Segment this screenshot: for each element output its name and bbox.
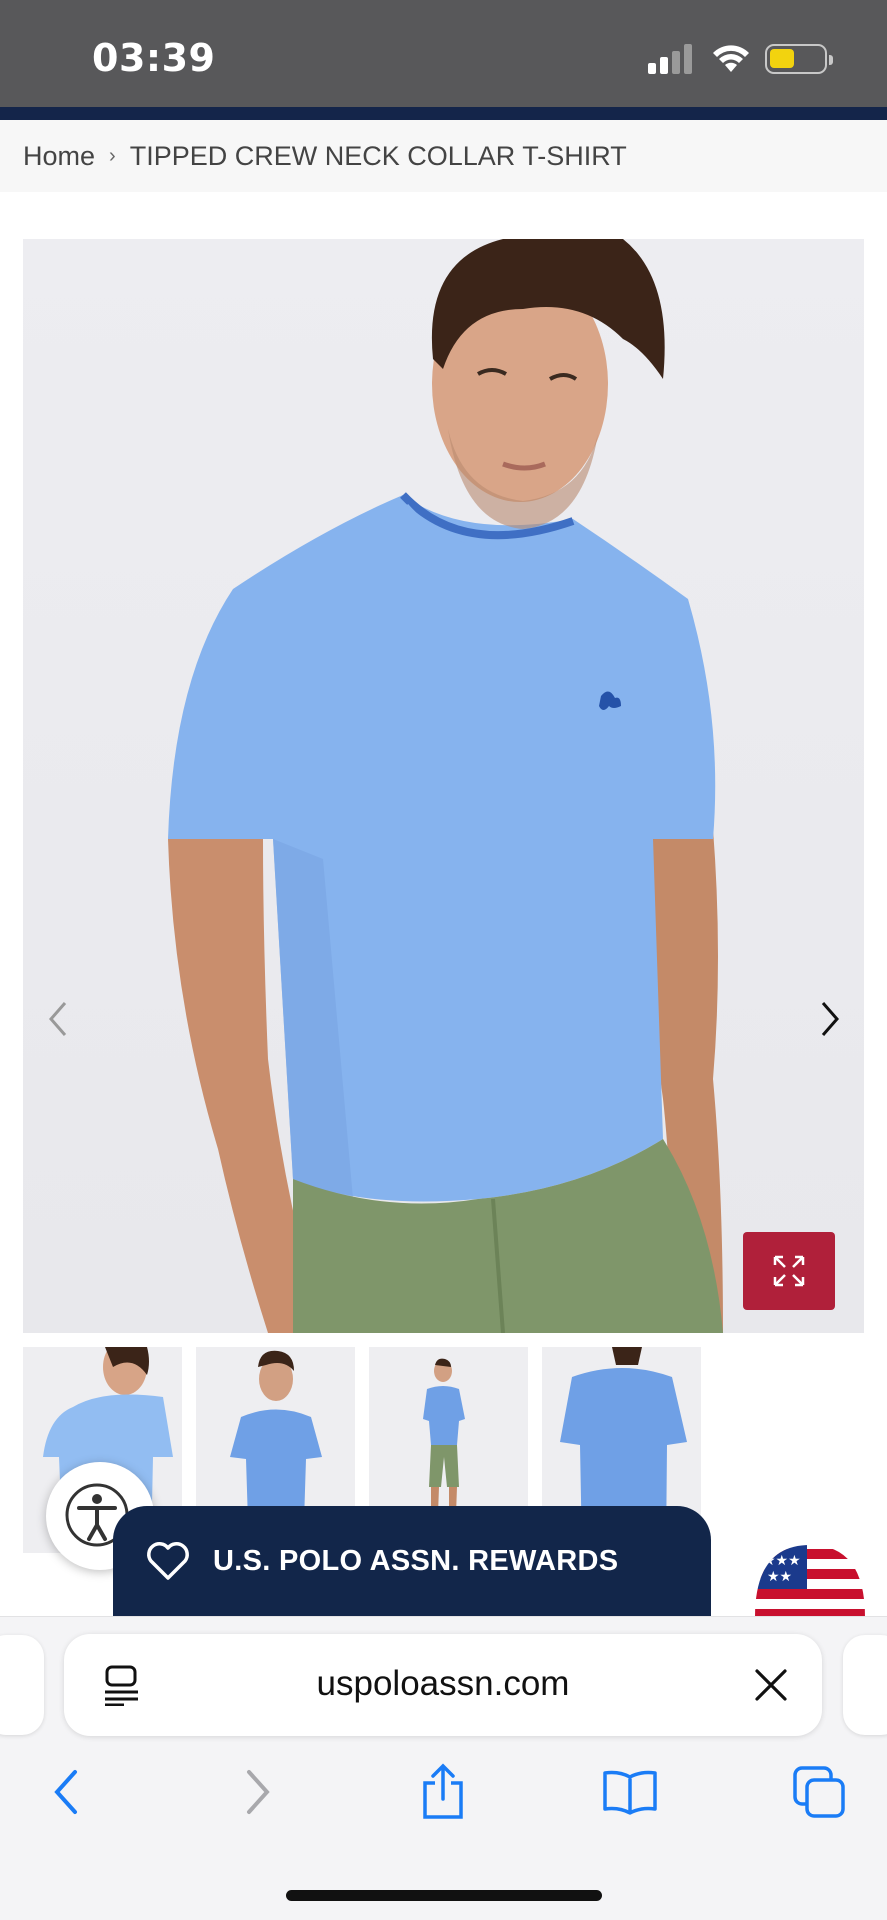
share-icon: [423, 1763, 463, 1819]
share-button[interactable]: [413, 1762, 473, 1822]
address-bar[interactable]: uspoloassn.com: [64, 1634, 822, 1736]
breadcrumb-home-link[interactable]: Home: [23, 141, 95, 172]
tabs-icon: [793, 1766, 845, 1818]
prev-image-arrow[interactable]: [45, 999, 71, 1039]
expand-icon: [773, 1255, 805, 1287]
wifi-icon: [713, 45, 749, 72]
cellular-signal-icon: [648, 44, 692, 74]
status-bar: 03:39: [0, 0, 887, 107]
rewards-label: U.S. POLO ASSN. REWARDS: [213, 1544, 619, 1577]
battery-icon: [765, 44, 833, 74]
previous-tab-pill[interactable]: [0, 1635, 44, 1735]
expand-image-button[interactable]: [743, 1232, 835, 1310]
next-tab-pill[interactable]: [843, 1635, 887, 1735]
home-indicator[interactable]: [286, 1890, 602, 1901]
flag-icon[interactable]: ★★★ ★★: [755, 1545, 865, 1617]
svg-text:★★: ★★: [767, 1569, 792, 1585]
back-button[interactable]: [36, 1762, 96, 1822]
status-time: 03:39: [92, 36, 216, 80]
header-strip: [0, 107, 887, 120]
forward-button[interactable]: [228, 1762, 288, 1822]
breadcrumb-current: TIPPED CREW NECK COLLAR T-SHIRT: [129, 140, 627, 171]
url-text: uspoloassn.com: [316, 1664, 570, 1703]
svg-text:★★★: ★★★: [763, 1553, 801, 1569]
breadcrumb-separator: ›: [109, 144, 116, 167]
bookmarks-icon: [603, 1770, 657, 1815]
product-main-image[interactable]: [23, 239, 864, 1333]
forward-icon: [247, 1770, 270, 1814]
next-image-arrow[interactable]: [817, 999, 843, 1039]
breadcrumb: Home › TIPPED CREW NECK COLLAR T-SHIRT: [0, 120, 887, 192]
back-icon: [54, 1770, 77, 1814]
close-icon[interactable]: [754, 1668, 788, 1702]
model-photo: [168, 239, 723, 1333]
tabs-button[interactable]: [789, 1762, 849, 1822]
bookmarks-button[interactable]: [600, 1762, 660, 1822]
heart-icon: [147, 1542, 189, 1580]
rewards-banner[interactable]: U.S. POLO ASSN. REWARDS: [113, 1506, 711, 1616]
